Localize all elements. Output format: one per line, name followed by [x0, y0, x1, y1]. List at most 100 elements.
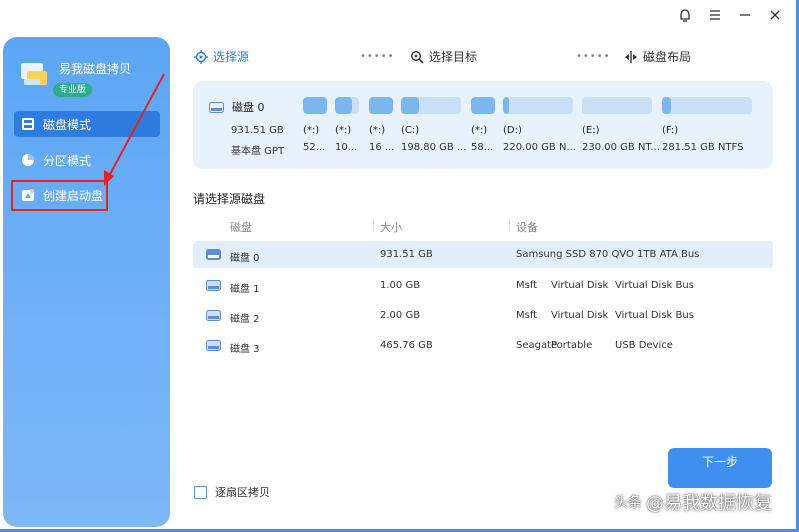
- partition-info: 10...: [335, 142, 358, 153]
- partition-info: 198.80 GB ...: [401, 142, 467, 153]
- watermark-text: @易我数据恢复: [646, 493, 772, 514]
- partition-bar[interactable]: [369, 97, 393, 114]
- partition-bar[interactable]: [303, 97, 327, 114]
- header-disk[interactable]: 磁盘: [230, 219, 252, 235]
- row-device-vendor: Samsung SSD 870 QVO 1TB ATA Bus: [516, 249, 700, 260]
- partition-info: 230.00 GB NT...: [582, 142, 660, 153]
- partition-bar[interactable]: [471, 97, 495, 114]
- row-device-vendor: Msft: [516, 310, 538, 321]
- row-device-bus: USB Device: [615, 340, 673, 351]
- row-device-model: Virtual Disk: [551, 280, 609, 291]
- close-icon[interactable]: [769, 9, 781, 27]
- sidebar-item-disk-mode[interactable]: 磁盘模式: [14, 111, 160, 137]
- app-title: 易我磁盘拷贝: [59, 62, 132, 76]
- next-button[interactable]: 下一步: [668, 448, 772, 488]
- row-disk: 磁盘 1: [230, 284, 260, 295]
- partition-label: (D:): [503, 125, 522, 136]
- partition-usage-fill: [401, 97, 419, 114]
- header-device[interactable]: 设备: [516, 219, 538, 235]
- table-row[interactable]: 磁盘 2 2.00 GB Msft Virtual Disk Virtual Disk …: [193, 302, 773, 329]
- partition-bar[interactable]: [335, 97, 359, 114]
- disk-drive-icon: [206, 280, 221, 294]
- row-size: 1.00 GB: [380, 280, 421, 291]
- partition-bar[interactable]: [582, 97, 652, 114]
- header-size[interactable]: 大小: [380, 219, 402, 235]
- partition-usage-fill: [303, 97, 327, 114]
- partition-info: 16 ...: [369, 142, 395, 153]
- partition-label: (*:): [335, 125, 352, 136]
- step-select-target[interactable]: 选择目标: [410, 48, 477, 65]
- disk-drive-icon: [206, 310, 221, 324]
- partition-bar[interactable]: [503, 97, 573, 114]
- target-crosshair-icon: [194, 49, 208, 64]
- row-device-vendor: Msft: [516, 280, 538, 291]
- partition-info: 58...: [471, 142, 494, 153]
- row-device-model: Virtual Disk: [551, 310, 609, 321]
- row-size: 465.76 GB: [380, 340, 433, 351]
- edition-badge: 专业版: [53, 83, 93, 97]
- window-controls: [679, 9, 781, 27]
- menu-icon[interactable]: [709, 9, 721, 27]
- watermark: 头条 @易我数据恢复: [614, 489, 772, 515]
- step-label: 磁盘布局: [643, 50, 692, 64]
- disk-size: 931.51 GB: [231, 125, 284, 136]
- sidebar-item-label: 分区模式: [43, 153, 92, 168]
- row-size: 2.00 GB: [380, 310, 421, 321]
- partition-label: (F:): [662, 125, 679, 136]
- app-logo-icon: [21, 61, 49, 87]
- partition-usage-fill: [335, 97, 352, 114]
- sector-copy-checkbox[interactable]: [194, 485, 207, 499]
- table-row[interactable]: 磁盘 0 931.51 GB Samsung SSD 870 QVO 1TB ATA…: [193, 241, 773, 268]
- wizard-steps: 选择源 ••••• 选择目标 ••••• 磁盘布局: [194, 48, 774, 66]
- step-dots: •••••: [360, 51, 395, 62]
- disk-drive-icon: [206, 249, 221, 263]
- step-label: 选择源: [213, 50, 250, 64]
- app-header: 易我磁盘拷贝 专业版: [21, 61, 131, 97]
- step-dots: •••••: [576, 51, 611, 62]
- partition-usage-fill: [471, 97, 495, 114]
- step-select-source[interactable]: 选择源: [194, 48, 249, 65]
- sidebar-item-partition-mode[interactable]: 分区模式: [14, 147, 160, 173]
- pie-icon: [20, 152, 36, 168]
- partition-info: 220.00 GB N...: [503, 142, 576, 153]
- disk-drive-icon: [209, 101, 224, 113]
- sector-copy-label: 逐扇区拷贝: [215, 486, 270, 499]
- layout-arrows-icon: [624, 50, 638, 64]
- table-row[interactable]: 磁盘 1 1.00 GB Msft Virtual Disk Virtual Disk …: [193, 272, 773, 299]
- partition-bar[interactable]: [401, 97, 461, 114]
- row-device-bus: Virtual Disk Bus: [615, 310, 694, 321]
- partition-usage-fill: [369, 97, 393, 114]
- sidebar: 易我磁盘拷贝 专业版 磁盘模式 分区模式 创建启动盘: [3, 37, 170, 527]
- app-window: 易我磁盘拷贝 专业版 磁盘模式 分区模式 创建启动盘 选择源 ••••• 选择目…: [0, 0, 799, 532]
- disk-name: 磁盘 0: [209, 99, 265, 115]
- partition-label: (E:): [582, 125, 600, 136]
- watermark-logo: 头条: [614, 495, 642, 511]
- partition-label: (*:): [303, 125, 320, 136]
- partition-bar[interactable]: [662, 97, 752, 114]
- row-size: 931.51 GB: [380, 249, 433, 260]
- minimize-icon[interactable]: [739, 9, 751, 27]
- table-row[interactable]: 磁盘 3 465.76 GB Seagate Portable USB Device: [193, 332, 773, 359]
- partition-info: 52...: [303, 142, 326, 153]
- sidebar-item-label: 磁盘模式: [43, 117, 92, 132]
- row-disk: 磁盘 3: [230, 344, 260, 355]
- table-header: 磁盘 大小 设备: [193, 211, 773, 239]
- partition-label: (C:): [401, 125, 420, 136]
- source-disk-card: 磁盘 0 931.51 GB 基本盘 GPT (*:) 52... (*:) 10..…: [193, 81, 773, 169]
- step-disk-layout[interactable]: 磁盘布局: [624, 48, 691, 65]
- sector-copy-option[interactable]: 逐扇区拷贝: [194, 484, 270, 500]
- row-disk: 磁盘 0: [230, 253, 260, 264]
- step-label: 选择目标: [429, 50, 478, 64]
- row-device-bus: Virtual Disk Bus: [615, 280, 694, 291]
- table-title: 请选择源磁盘: [193, 192, 266, 206]
- partition-usage-fill: [662, 97, 671, 114]
- skin-icon[interactable]: [679, 9, 691, 27]
- highlight-box: [11, 180, 108, 211]
- row-device-model: Portable: [551, 340, 593, 351]
- disk-icon: [20, 116, 36, 132]
- disk-drive-icon: [206, 340, 221, 354]
- partition-usage-fill: [503, 97, 509, 114]
- search-target-icon: [410, 50, 424, 64]
- disk-type: 基本盘 GPT: [231, 146, 285, 157]
- partition-label: (*:): [369, 125, 386, 136]
